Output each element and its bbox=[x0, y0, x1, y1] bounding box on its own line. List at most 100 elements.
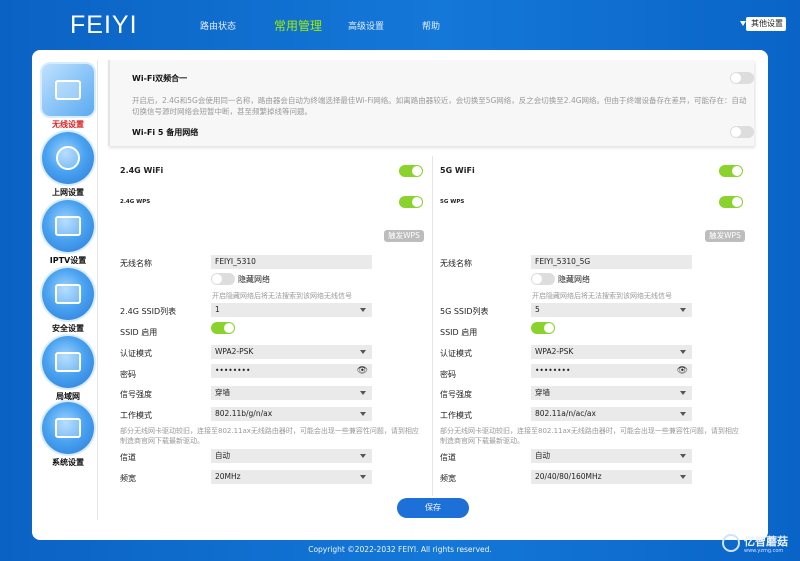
sidebar-item-security[interactable]: 安全设置 bbox=[40, 268, 96, 334]
ssid-list-value: 1 bbox=[215, 305, 220, 314]
sidebar-item-internet[interactable]: 上网设置 bbox=[40, 132, 96, 198]
chevron-down-icon bbox=[680, 308, 686, 312]
hide-network-hint: 开启隐藏网络后将无法搜索到该网络无线信号 bbox=[212, 292, 352, 300]
password-value: •••••••• bbox=[535, 366, 571, 375]
wps-24g-label: 2.4G WPS bbox=[120, 199, 151, 205]
channel-label: 信道 bbox=[440, 453, 456, 462]
bandwidth-label: 频宽 bbox=[120, 474, 136, 483]
watermark-icon bbox=[722, 534, 740, 552]
signal-strength-5g-select[interactable]: 穿墙 bbox=[531, 386, 692, 400]
dual-band-toggle[interactable] bbox=[730, 72, 754, 84]
network-icon bbox=[42, 268, 94, 320]
channel-5g-select[interactable]: 自动 bbox=[531, 449, 692, 463]
ssid-5g-input[interactable]: FEIYI_5310_5G bbox=[531, 255, 692, 269]
hide-network-5g-toggle[interactable] bbox=[531, 273, 555, 285]
channel-label: 信道 bbox=[120, 453, 136, 462]
band-5g-label: 5G WiFi bbox=[440, 166, 475, 175]
sidebar-item-label: 局域网 bbox=[56, 392, 80, 401]
sidebar-item-iptv[interactable]: IPTV设置 bbox=[40, 200, 96, 266]
copyright-footer: Copyright ©2022-2032 FEIYI. All rights r… bbox=[308, 545, 492, 554]
auth-mode-5g-select[interactable]: WPA2-PSK bbox=[531, 345, 692, 359]
other-settings-label: 其他设置 bbox=[751, 19, 783, 28]
board-icon bbox=[42, 336, 94, 388]
eye-icon[interactable]: 👁 bbox=[677, 366, 688, 376]
hide-network-24g-toggle[interactable] bbox=[211, 273, 235, 285]
system-icon bbox=[42, 402, 94, 454]
bandwidth-label: 频宽 bbox=[440, 474, 456, 483]
other-settings-dropdown[interactable]: 其他设置 bbox=[740, 17, 786, 31]
signal-strength-value: 穿墙 bbox=[215, 388, 230, 397]
work-mode-24g-select[interactable]: 802.11b/g/n/ax bbox=[211, 407, 372, 421]
band-5g-toggle[interactable] bbox=[719, 165, 743, 177]
hide-network-label: 隐藏网络 bbox=[558, 275, 590, 284]
dropdown-arrow-icon bbox=[740, 21, 746, 26]
chevron-down-icon bbox=[360, 308, 366, 312]
ssid-label: 无线名称 bbox=[120, 259, 152, 268]
wps-24g-toggle[interactable] bbox=[399, 196, 423, 208]
auth-mode-value: WPA2-PSK bbox=[215, 347, 254, 356]
watermark-url: www.yzmg.com bbox=[744, 548, 784, 554]
work-mode-5g-select[interactable]: 802.11a/n/ac/ax bbox=[531, 407, 692, 421]
sidebar-item-wireless[interactable]: 无线设置 bbox=[40, 64, 96, 130]
wifi5-backup-toggle[interactable] bbox=[730, 126, 754, 138]
chevron-down-icon bbox=[360, 475, 366, 479]
password-5g-input[interactable]: •••••••• 👁 bbox=[531, 364, 692, 378]
wifi5-backup-title: Wi-Fi 5 备用网络 bbox=[132, 128, 199, 137]
password-24g-input[interactable]: •••••••• 👁 bbox=[211, 364, 372, 378]
channel-value: 自动 bbox=[215, 451, 230, 460]
sidebar-item-system[interactable]: 系统设置 bbox=[40, 402, 96, 468]
auth-mode-value: WPA2-PSK bbox=[535, 347, 574, 356]
work-mode-label: 工作模式 bbox=[440, 411, 472, 420]
ssid-list-24g-select[interactable]: 1 bbox=[211, 303, 372, 317]
band-24g-toggle[interactable] bbox=[399, 165, 423, 177]
globe-icon bbox=[42, 132, 94, 184]
ssid-list-label: 5G SSID列表 bbox=[440, 307, 489, 316]
nav-common-management[interactable]: 常用管理 bbox=[274, 17, 322, 34]
eye-icon[interactable]: 👁 bbox=[357, 366, 368, 376]
ssid-enable-5g-toggle[interactable] bbox=[531, 322, 555, 334]
dual-band-title: Wi-Fi双频合一 bbox=[132, 74, 188, 83]
sidebar-item-label: IPTV设置 bbox=[49, 256, 87, 265]
hide-network-hint: 开启隐藏网络后将无法搜索到该网络无线信号 bbox=[532, 292, 672, 300]
sidebar-item-label: 系统设置 bbox=[52, 458, 84, 467]
ssid-enable-24g-toggle[interactable] bbox=[211, 322, 235, 334]
sidebar-item-label: 无线设置 bbox=[52, 120, 84, 129]
chevron-down-icon bbox=[680, 475, 686, 479]
nav-help[interactable]: 帮助 bbox=[422, 19, 440, 32]
sidebar-item-lan[interactable]: 局域网 bbox=[40, 336, 96, 402]
chevron-down-icon bbox=[360, 454, 366, 458]
compat-note: 部分无线网卡驱动较旧，连接至802.11ax无线路由器时，可能会出现一些兼容性问… bbox=[120, 427, 419, 445]
trigger-wps-24g-button[interactable]: 触发WPS bbox=[384, 230, 424, 242]
ssid-label: 无线名称 bbox=[440, 259, 472, 268]
sidebar-divider bbox=[97, 60, 98, 520]
ssid-list-label: 2.4G SSID列表 bbox=[120, 307, 177, 316]
dual-band-section: Wi-Fi双频合一 开启后，2.4G和5G会使用同一名称，路由器会自动为终端选择… bbox=[108, 60, 754, 146]
channel-value: 自动 bbox=[535, 451, 550, 460]
ssid-enable-label: SSID 启用 bbox=[120, 328, 158, 337]
top-bar: FEIYI 路由状态 常用管理 高级设置 帮助 其他设置 bbox=[0, 0, 800, 50]
ssid-24g-input[interactable]: FEIYI_5310 bbox=[211, 255, 372, 269]
wps-5g-label: 5G WPS bbox=[440, 199, 465, 205]
chevron-down-icon bbox=[680, 454, 686, 458]
nav-router-status[interactable]: 路由状态 bbox=[200, 19, 236, 32]
auth-mode-24g-select[interactable]: WPA2-PSK bbox=[211, 345, 372, 359]
ssid-list-5g-select[interactable]: 5 bbox=[531, 303, 692, 317]
signal-strength-value: 穿墙 bbox=[535, 388, 550, 397]
bandwidth-24g-select[interactable]: 20MHz bbox=[211, 470, 372, 484]
wps-5g-toggle[interactable] bbox=[719, 196, 743, 208]
work-mode-label: 工作模式 bbox=[120, 411, 152, 420]
signal-strength-24g-select[interactable]: 穿墙 bbox=[211, 386, 372, 400]
dual-band-description: 开启后，2.4G和5G会使用同一名称，路由器会自动为终端选择最佳Wi-Fi网络。… bbox=[132, 96, 747, 116]
save-button[interactable]: 保存 bbox=[397, 498, 469, 518]
work-mode-value: 802.11b/g/n/ax bbox=[215, 409, 273, 418]
nav-advanced-settings[interactable]: 高级设置 bbox=[348, 19, 384, 32]
trigger-wps-5g-button[interactable]: 触发WPS bbox=[705, 230, 745, 242]
bandwidth-5g-select[interactable]: 20/40/80/160MHz bbox=[531, 470, 692, 484]
chevron-down-icon bbox=[680, 391, 686, 395]
auth-mode-label: 认证模式 bbox=[120, 349, 152, 358]
chevron-down-icon bbox=[360, 391, 366, 395]
channel-24g-select[interactable]: 自动 bbox=[211, 449, 372, 463]
chevron-down-icon bbox=[680, 350, 686, 354]
signal-strength-label: 信号强度 bbox=[120, 390, 152, 399]
sidebar-item-label: 安全设置 bbox=[52, 324, 84, 333]
